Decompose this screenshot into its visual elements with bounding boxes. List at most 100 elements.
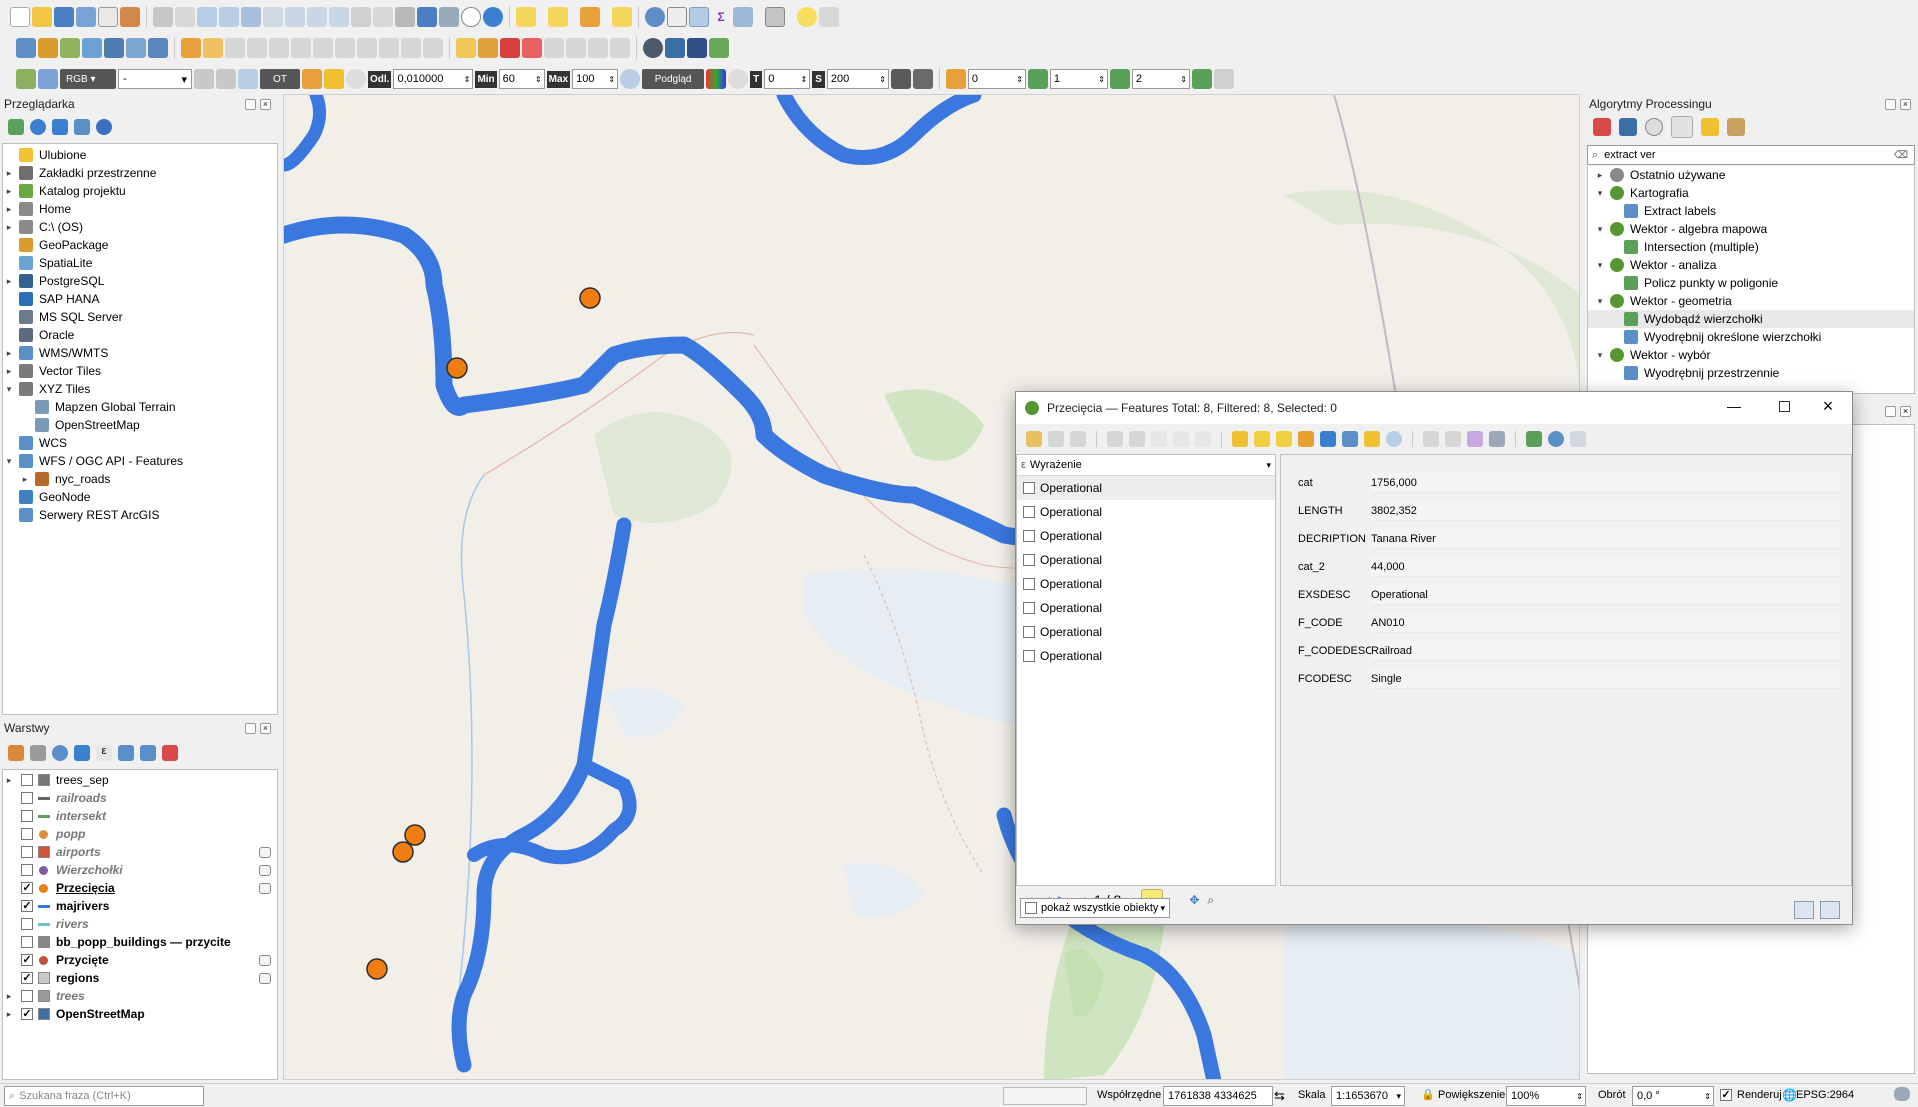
browser-item[interactable]: OpenStreetMap	[3, 416, 277, 434]
feature-select-checkbox[interactable]	[1023, 506, 1035, 518]
ot-button[interactable]: OT	[260, 69, 300, 89]
coordinate-input[interactable]: 1761838 4334625	[1163, 1086, 1273, 1106]
feature-list-item[interactable]: Operational	[1017, 500, 1275, 524]
crs-label[interactable]: EPSG:2964	[1796, 1089, 1854, 1101]
zoom-raster-icon[interactable]	[38, 69, 58, 89]
expression-filter-icon[interactable]: ε	[96, 745, 112, 761]
models-icon[interactable]	[1593, 118, 1611, 136]
color-picker-icon[interactable]	[706, 69, 727, 89]
results-viewer-icon[interactable]	[1671, 116, 1693, 138]
browser-item[interactable]: Serwery REST ArcGIS	[3, 506, 277, 524]
cut-features-icon[interactable]	[335, 38, 355, 58]
layer-visibility-checkbox[interactable]	[21, 936, 33, 948]
spin-icon[interactable]: ⇕	[879, 75, 886, 84]
layer-item[interactable]: ✓ Przecięcia	[3, 879, 277, 897]
move-selection-top-icon[interactable]	[1342, 431, 1358, 447]
pan-to-feature-icon[interactable]: ✥	[1189, 893, 1199, 907]
multi-edit-icon[interactable]	[1048, 431, 1064, 447]
maximize-icon[interactable]	[1779, 401, 1790, 412]
preview-button[interactable]: Podgląd	[642, 69, 705, 89]
browser-item[interactable]: ▾ WFS / OGC API - Features	[3, 452, 277, 470]
clock-icon[interactable]	[728, 69, 749, 89]
save-edits-icon[interactable]	[1070, 431, 1086, 447]
float-panel-icon[interactable]	[1885, 98, 1896, 110]
toggle-editing-icon[interactable]	[1026, 431, 1042, 447]
refresh-icon[interactable]	[30, 119, 46, 135]
minimize-icon[interactable]: —	[1724, 398, 1744, 414]
browser-item[interactable]: SAP HANA	[3, 290, 277, 308]
add-feature-icon[interactable]	[1107, 431, 1123, 447]
layer-visibility-checkbox[interactable]	[21, 918, 33, 930]
mesh-layer-icon[interactable]	[148, 38, 168, 58]
add-group-icon[interactable]	[30, 745, 46, 761]
zoom-to-selected-icon[interactable]	[1386, 431, 1402, 447]
zoom-to-feature-icon[interactable]: ⌕	[1207, 893, 1214, 908]
field-value-input[interactable]: 1756,000	[1371, 473, 1841, 493]
memory-icon[interactable]	[259, 954, 271, 966]
intersection-point[interactable]	[579, 287, 601, 309]
layer-item[interactable]: rivers	[3, 915, 277, 933]
field-value-input[interactable]: 44,000	[1371, 557, 1841, 577]
magnifier-input[interactable]: 100% ⇕	[1506, 1086, 1586, 1106]
odl-input[interactable]: 0,010000 ⇕	[393, 69, 474, 89]
feature-list-item[interactable]: Operational	[1017, 476, 1275, 500]
frame-icon[interactable]	[945, 69, 966, 89]
algorithm-item[interactable]: Intersection (multiple)	[1588, 238, 1914, 256]
pan-to-selected-icon[interactable]	[1364, 431, 1380, 447]
layer-item[interactable]: ✓ majrivers	[3, 897, 277, 915]
chevron-down-icon[interactable]	[602, 7, 610, 27]
expand-arrow-icon[interactable]: ▸	[19, 474, 31, 485]
messages-icon[interactable]	[1894, 1087, 1910, 1101]
layer-visibility-checkbox[interactable]: ✓	[21, 1008, 33, 1020]
browser-item[interactable]: Oracle	[3, 326, 277, 344]
add-selected-icon[interactable]	[8, 119, 24, 135]
magnifier-icon[interactable]	[620, 69, 641, 89]
filter-combo[interactable]: pokaż wszystkie obiekty ▾	[1020, 898, 1170, 918]
cut-icon[interactable]	[1151, 431, 1167, 447]
browser-item[interactable]: ▸ Home	[3, 200, 277, 218]
layer-visibility-checkbox[interactable]	[21, 810, 33, 822]
chevron-down-icon[interactable]	[755, 7, 763, 27]
float-panel-icon[interactable]	[1885, 406, 1896, 417]
layer-visibility-checkbox[interactable]	[21, 990, 33, 1002]
expand-arrow-icon[interactable]: ▸	[3, 348, 15, 359]
show-hide-label-icon[interactable]	[610, 38, 630, 58]
rgb-combo[interactable]: RGB ▾	[60, 69, 116, 89]
browser-item[interactable]: GeoNode	[3, 488, 277, 506]
layer-visibility-checkbox[interactable]: ✓	[21, 882, 33, 894]
highlight-labels-icon[interactable]	[522, 38, 542, 58]
zoom-next-icon[interactable]	[351, 7, 371, 27]
georef-icon[interactable]	[302, 69, 322, 89]
browser-item[interactable]: MS SQL Server	[3, 308, 277, 326]
feature-list-item[interactable]: Operational	[1017, 548, 1275, 572]
layer-item[interactable]: railroads	[3, 789, 277, 807]
feature-list-item[interactable]: Operational	[1017, 524, 1275, 548]
conditional-formatting-icon[interactable]	[1489, 431, 1505, 447]
crs-globe-icon[interactable]: 🌐	[1782, 1088, 1797, 1102]
label-tool-icon[interactable]	[456, 38, 476, 58]
s-input[interactable]: 200 ⇕	[826, 69, 889, 89]
expand-arrow-icon[interactable]: ▸	[3, 366, 15, 377]
expand-arrow-icon[interactable]: ▸	[3, 186, 15, 197]
form-view-toggle-icon[interactable]	[1794, 901, 1814, 919]
intersection-point[interactable]	[446, 357, 468, 379]
expand-all-icon[interactable]	[118, 745, 134, 761]
spin-icon[interactable]: ⇕	[1016, 75, 1023, 84]
temporal-controller-icon[interactable]	[461, 7, 481, 27]
feature-select-checkbox[interactable]	[1023, 602, 1035, 614]
close-panel-icon[interactable]: ×	[1900, 98, 1911, 110]
frame-input-2[interactable]: 1 ⇕	[1049, 69, 1108, 89]
open-project-icon[interactable]	[32, 7, 52, 27]
intersection-point[interactable]	[392, 841, 414, 863]
info-icon[interactable]	[96, 119, 112, 135]
collapse-all-icon[interactable]	[140, 745, 156, 761]
layer-item[interactable]: ▸ ✓ OpenStreetMap	[3, 1005, 277, 1023]
zoom-selection-icon[interactable]	[263, 7, 283, 27]
spin-icon[interactable]: ⇕	[608, 75, 615, 84]
expand-arrow-icon[interactable]: ▸	[3, 991, 15, 1002]
expand-arrow-icon[interactable]: ▸	[3, 222, 15, 233]
history-icon[interactable]	[1645, 118, 1663, 136]
copy-features-icon[interactable]	[357, 38, 377, 58]
browser-item[interactable]: GeoPackage	[3, 236, 277, 254]
remove-layer-icon[interactable]	[162, 745, 178, 761]
